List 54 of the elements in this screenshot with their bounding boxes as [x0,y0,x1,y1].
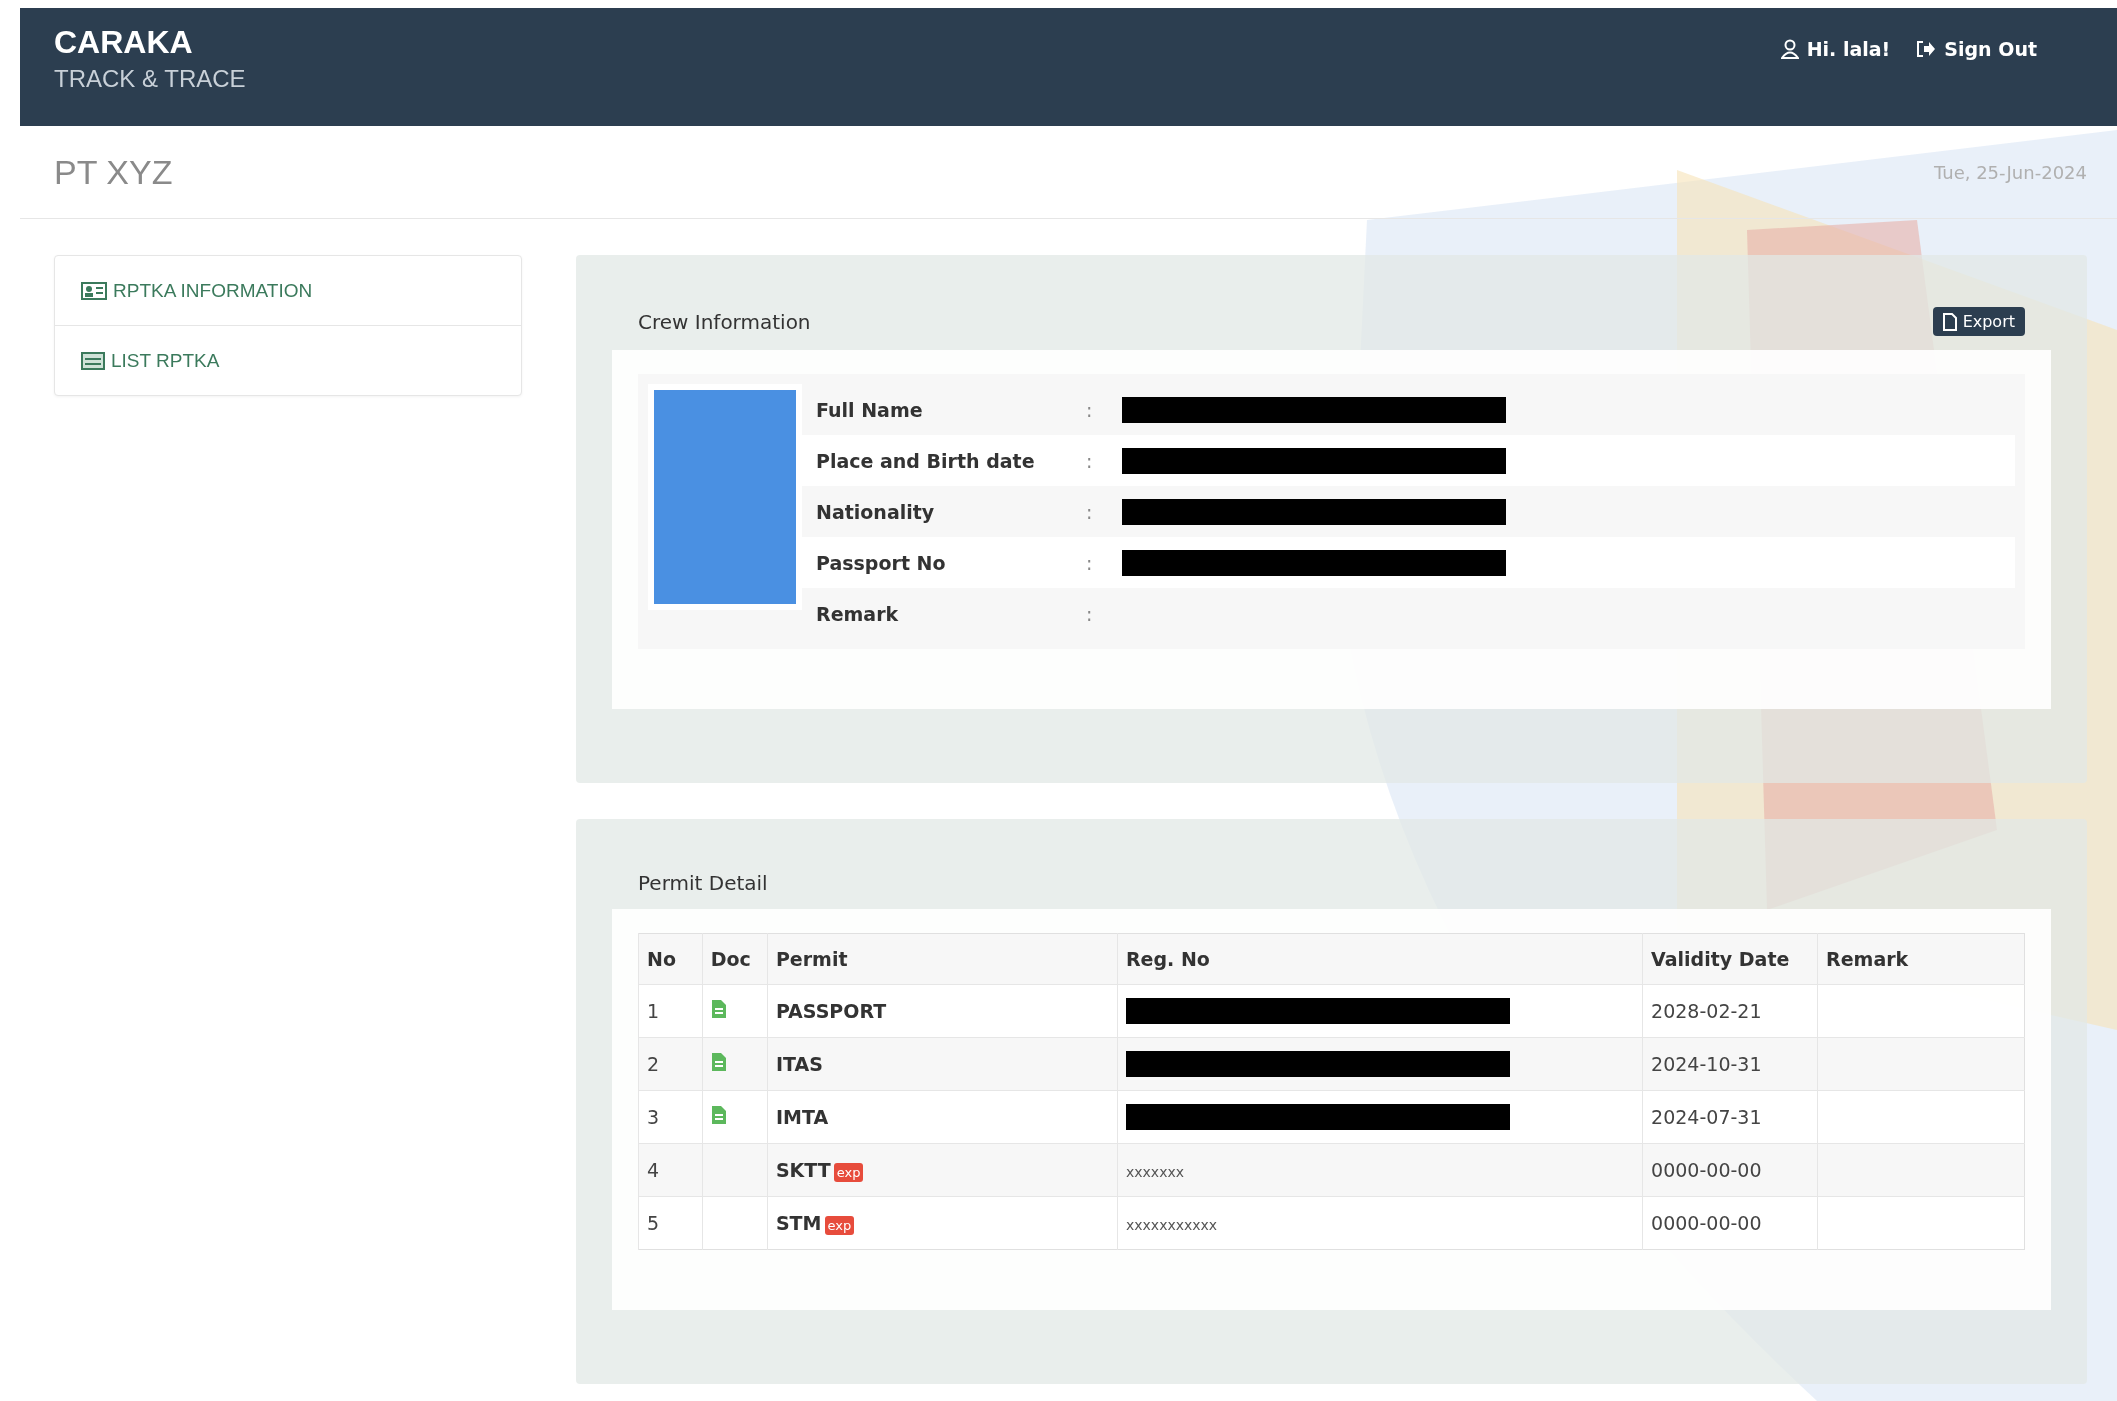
field-label: Full Name [816,398,924,421]
colon: : [1086,500,1094,523]
table-cell: 0000-00-00 [1642,1196,1818,1250]
column-header: No [638,933,703,985]
sidebar-item[interactable]: LIST RPTKA [55,326,521,395]
table-cell: 4 [638,1143,703,1197]
sign-out-link[interactable]: Sign Out [1944,38,2037,60]
expired-badge: exp [824,1216,855,1235]
permit-name: PASSPORT [775,1000,887,1022]
colon: : [1086,551,1094,574]
id-card-icon [81,281,107,300]
field-label: Passport No [816,551,947,574]
table-cell: 2028-02-21 [1642,984,1818,1038]
sidebar-item[interactable]: RPTKA INFORMATION [55,256,521,326]
reg-number: xxxxxxxxxxx [1126,1217,1218,1233]
user-greeting: Hi. lala! [1806,38,1891,60]
reg-number: xxxxxxx [1126,1164,1184,1180]
permit-name: STM [775,1212,822,1234]
column-header: Doc [702,933,768,985]
colon: : [1086,602,1094,625]
permit-name: ITAS [775,1053,823,1075]
table-cell: 5 [638,1196,703,1250]
document-icon[interactable] [710,1052,727,1072]
table-cell: 3 [638,1090,703,1144]
user-icon [1780,39,1799,59]
table-cell: 1 [638,984,703,1038]
colon: : [1086,449,1094,472]
table-cell: 2024-10-31 [1642,1037,1818,1091]
sign-out-icon [1916,40,1937,58]
column-header: Validity Date [1642,933,1818,985]
table-cell: 2024-07-31 [1642,1090,1818,1144]
permit-name: IMTA [775,1106,829,1128]
brand-name: CARAKA [54,24,194,61]
column-header: Remark [1817,933,2025,985]
document-icon [1942,312,1957,331]
panel-title: Crew Information [638,309,811,334]
panel-title: Permit Detail [638,871,768,895]
table-cell: 0000-00-00 [1642,1143,1818,1197]
document-icon[interactable] [710,999,727,1019]
brand-subtitle: TRACK & TRACE [54,65,246,93]
table-cell: 2 [638,1037,703,1091]
current-date: Tue, 25-Jun-2024 [1933,161,2087,183]
column-header: Permit [767,933,1118,985]
document-icon[interactable] [710,1105,727,1125]
permit-name: SKTT [775,1159,831,1181]
field-label: Remark [816,602,900,625]
colon: : [1086,398,1094,421]
field-label: Nationality [816,500,936,523]
export-button[interactable]: Export [1932,307,2025,336]
field-label: Place and Birth date [816,449,1036,472]
expired-badge: exp [833,1163,864,1182]
column-header: Reg. No [1117,933,1643,985]
page-title: PT XYZ [54,152,173,192]
list-icon [81,351,105,370]
